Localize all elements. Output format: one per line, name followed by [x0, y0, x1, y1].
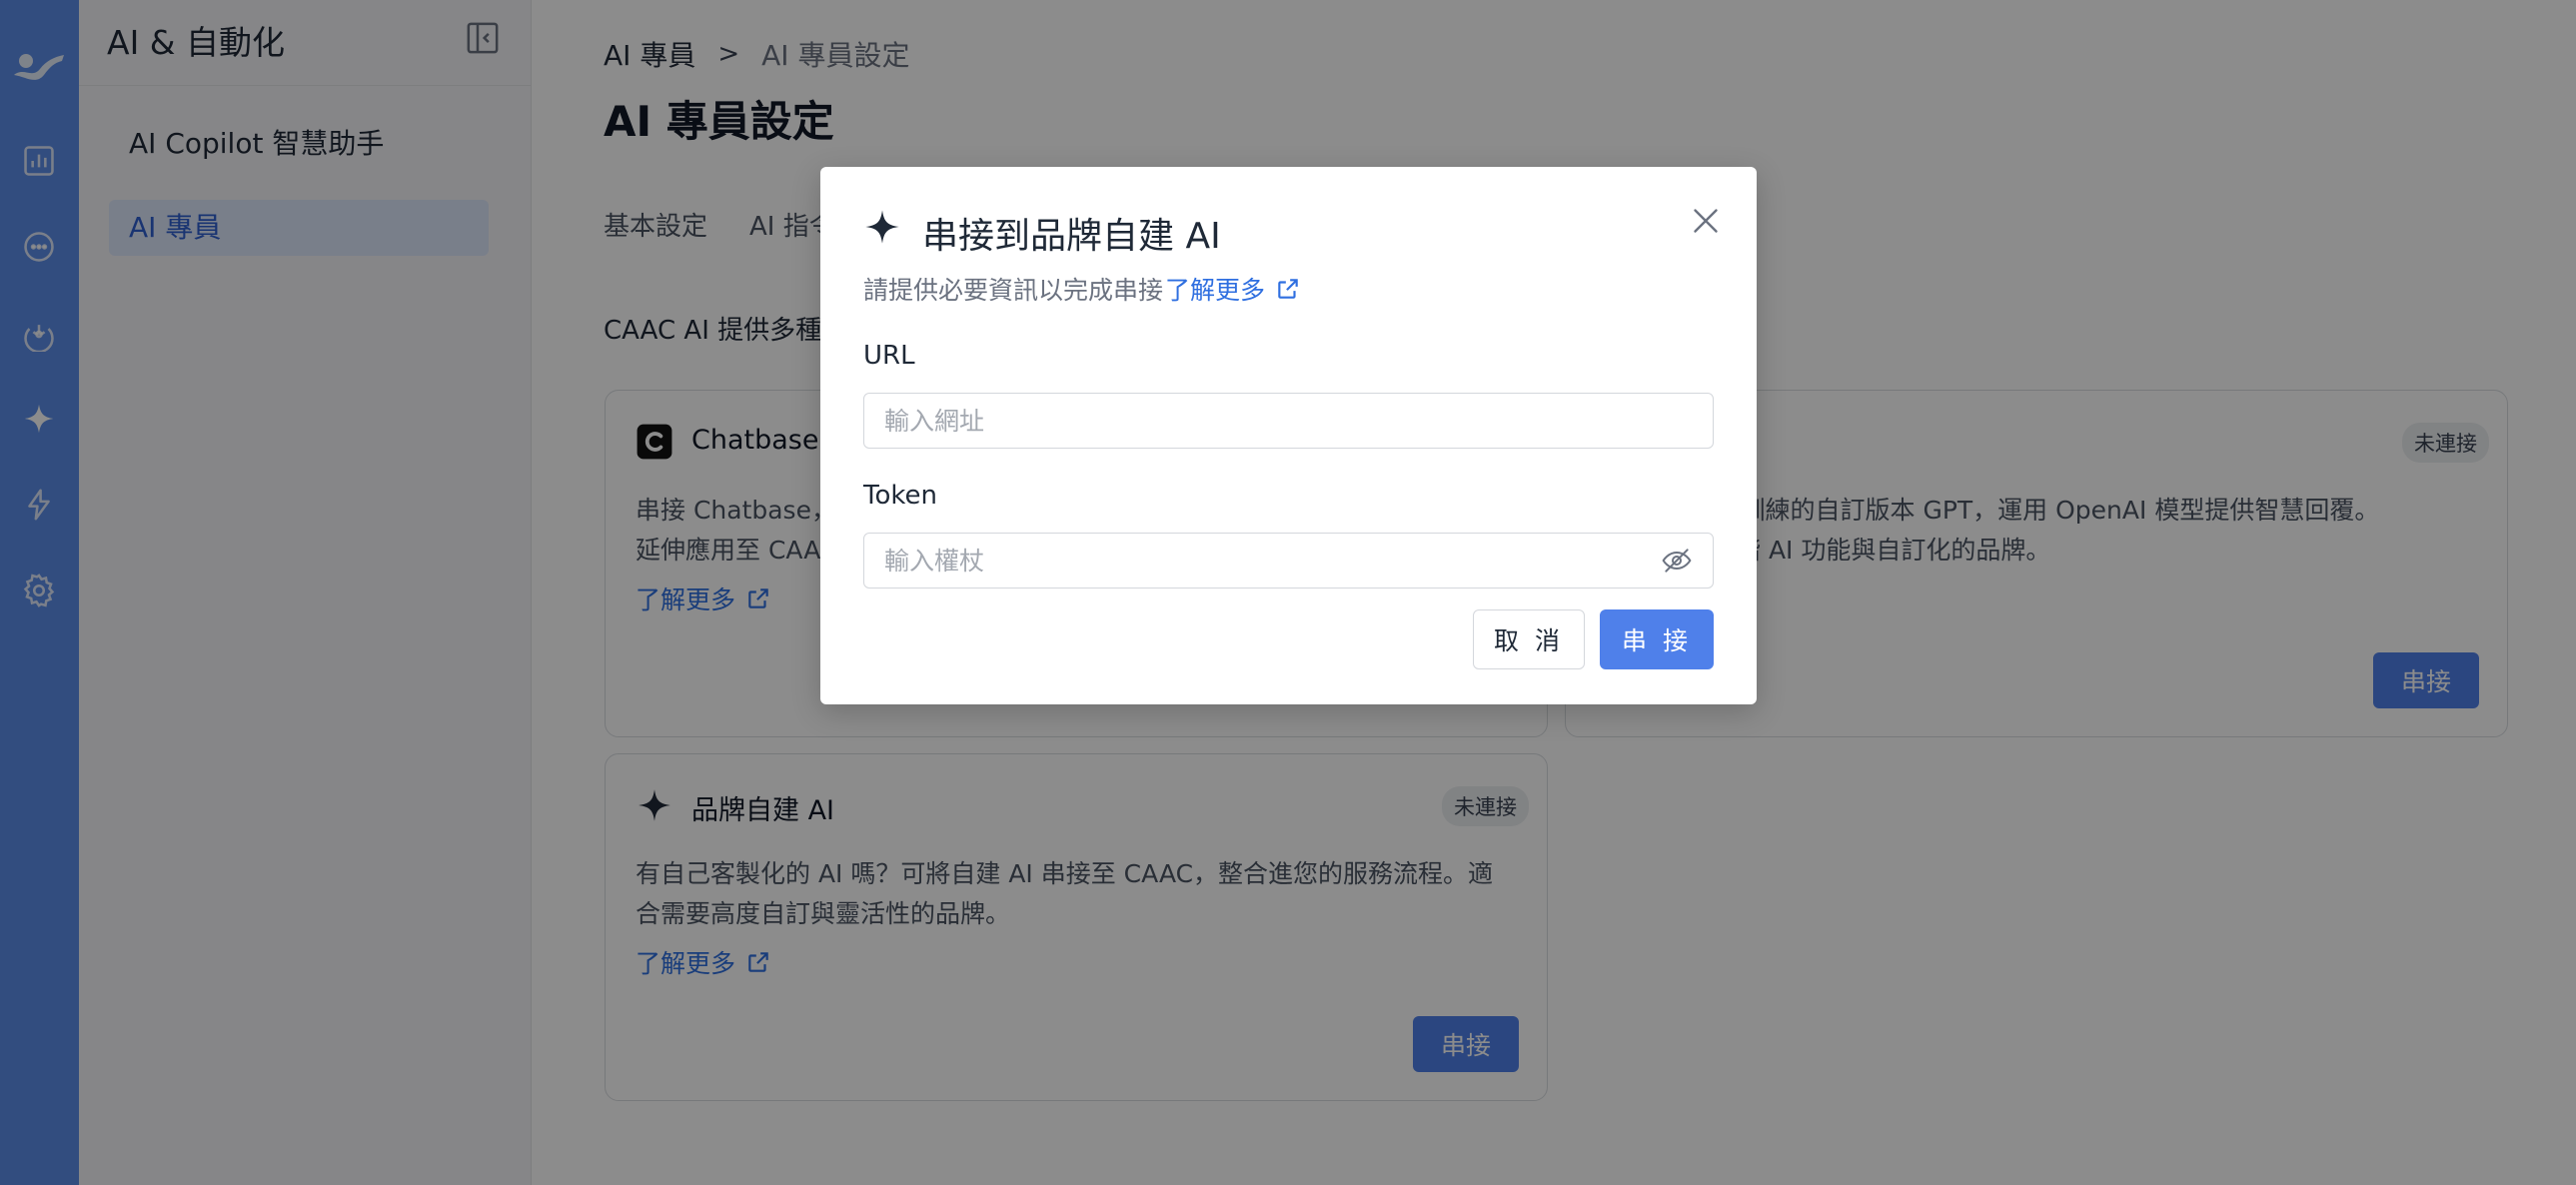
dialog-title: 串接到品牌自建 AI	[922, 216, 1221, 257]
connect-brand-ai-dialog: 串接到品牌自建 AI 請提供必要資訊以完成串接 了解更多 URL Token 取…	[820, 167, 1757, 704]
url-label: URL	[863, 341, 915, 371]
token-label: Token	[863, 481, 937, 511]
close-icon[interactable]	[1688, 203, 1724, 239]
dialog-subtitle: 請提供必要資訊以完成串接 了解更多	[863, 271, 1301, 307]
token-input[interactable]	[863, 533, 1714, 589]
sparkle-icon	[865, 210, 899, 244]
learn-more-link[interactable]: 了解更多	[1165, 271, 1265, 307]
eye-off-icon[interactable]	[1661, 545, 1693, 577]
url-input[interactable]	[863, 393, 1714, 449]
dialog-subtitle-text: 請提供必要資訊以完成串接	[863, 276, 1164, 305]
external-link-icon[interactable]	[1275, 276, 1301, 302]
connect-submit-button[interactable]: 串 接	[1600, 609, 1714, 669]
cancel-button[interactable]: 取 消	[1473, 609, 1585, 669]
